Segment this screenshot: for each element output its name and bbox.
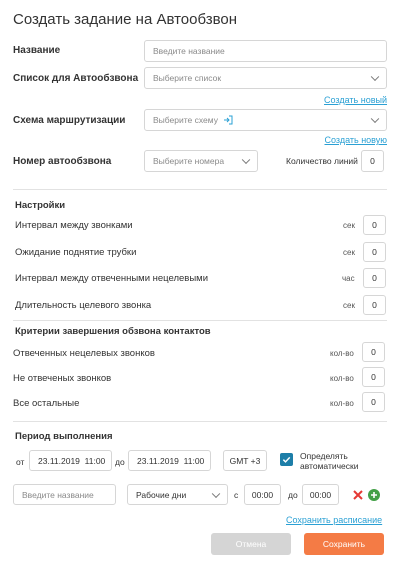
chevron-down-icon (241, 155, 251, 165)
divider (13, 189, 387, 190)
setting-value-input[interactable]: 0 (363, 268, 386, 288)
create-new-routing-link[interactable]: Создать новую (324, 135, 387, 145)
schedule-from-time-value: 00:00 (251, 489, 274, 500)
check-icon (282, 456, 291, 463)
schedule-to-label: до (288, 490, 298, 500)
criteria-unit: кол-во (330, 374, 354, 383)
setting-unit: сек (343, 221, 355, 230)
lines-input[interactable]: 0 (361, 150, 384, 172)
name-field[interactable] (144, 40, 387, 62)
auto-timezone-checkbox[interactable] (280, 453, 293, 466)
chevron-down-icon (370, 72, 380, 82)
chevron-down-icon (211, 489, 221, 498)
period-heading: Период выполнения (15, 431, 113, 442)
save-button[interactable]: Сохранить (304, 533, 384, 555)
save-schedule-link[interactable]: Сохранить расписание (286, 515, 382, 525)
settings-heading: Настройки (15, 200, 66, 211)
remove-icon[interactable] (352, 488, 364, 500)
number-select-value: Выберите номера (153, 156, 225, 166)
criteria-label: Отвеченных нецелевых звонков (13, 348, 155, 359)
criteria-unit: кол-во (330, 349, 354, 358)
setting-value-input[interactable]: 0 (363, 242, 386, 262)
criteria-unit: кол-во (330, 399, 354, 408)
add-icon[interactable] (368, 488, 380, 501)
lines-label: Количество линий (286, 156, 358, 166)
setting-label: Ожидание поднятие трубки (15, 247, 137, 258)
routing-select[interactable]: Выберите схему (144, 109, 387, 131)
criteria-value-input[interactable]: 0 (362, 392, 385, 412)
criteria-label: Все остальные (13, 398, 80, 409)
schedule-days-select[interactable]: Рабочие дни (127, 484, 228, 505)
criteria-label: Не отвеченых звонков (13, 373, 112, 384)
login-arrow-icon[interactable] (223, 115, 233, 125)
page-title: Создать задание на Автообзвон (13, 11, 238, 28)
auto-timezone-label-line2: автоматически (300, 461, 359, 471)
criteria-value-input[interactable]: 0 (362, 367, 385, 387)
period-to-input[interactable]: 23.11.2019 11:00 (128, 450, 211, 471)
criteria-heading: Критерии завершения обзвона контактов (15, 326, 211, 337)
timezone-value: GMT +3 (229, 455, 261, 466)
routing-label: Схема маршрутизации (13, 115, 126, 126)
period-from-input[interactable]: 23.11.2019 11:00 (29, 450, 112, 471)
setting-value-input[interactable]: 0 (363, 295, 386, 315)
setting-unit: сек (343, 301, 355, 310)
setting-label: Интервал между отвеченными нецелевыми (15, 273, 209, 284)
period-to-value: 23.11.2019 11:00 (137, 455, 205, 466)
setting-unit: сек (343, 248, 355, 257)
cancel-button[interactable]: Отмена (211, 533, 291, 555)
schedule-days-value: Рабочие дни (136, 489, 187, 500)
list-select-value: Выберите список (153, 73, 222, 83)
list-label: Список для Автообзвона (13, 73, 139, 84)
divider (13, 421, 387, 422)
auto-timezone-label-line1: Определять (300, 451, 348, 461)
schedule-to-time-value: 00:00 (309, 489, 332, 500)
create-new-list-link[interactable]: Создать новый (324, 95, 387, 105)
number-select[interactable]: Выберите номера (144, 150, 258, 172)
schedule-from-time[interactable]: 00:00 (244, 484, 281, 505)
divider (13, 320, 387, 321)
routing-select-value: Выберите схему (153, 115, 218, 125)
chevron-down-icon (370, 114, 380, 124)
period-to-label: до (115, 457, 125, 467)
period-from-label: от (16, 457, 25, 467)
schedule-name-field[interactable] (13, 484, 116, 505)
setting-unit: час (342, 274, 355, 283)
setting-value-input[interactable]: 0 (363, 215, 386, 235)
schedule-name-input[interactable] (22, 489, 115, 500)
criteria-value-input[interactable]: 0 (362, 342, 385, 362)
timezone-field[interactable]: GMT +3 (223, 450, 267, 471)
setting-label: Интервал между звонками (15, 220, 133, 231)
period-from-value: 23.11.2019 11:00 (38, 455, 106, 466)
schedule-from-label: с (234, 490, 239, 500)
schedule-to-time[interactable]: 00:00 (302, 484, 339, 505)
number-label: Номер автообзвона (13, 156, 112, 167)
name-input[interactable] (153, 46, 386, 56)
setting-label: Длительность целевого звонка (15, 300, 152, 311)
name-label: Название (13, 45, 61, 56)
list-select[interactable]: Выберите список (144, 67, 387, 89)
